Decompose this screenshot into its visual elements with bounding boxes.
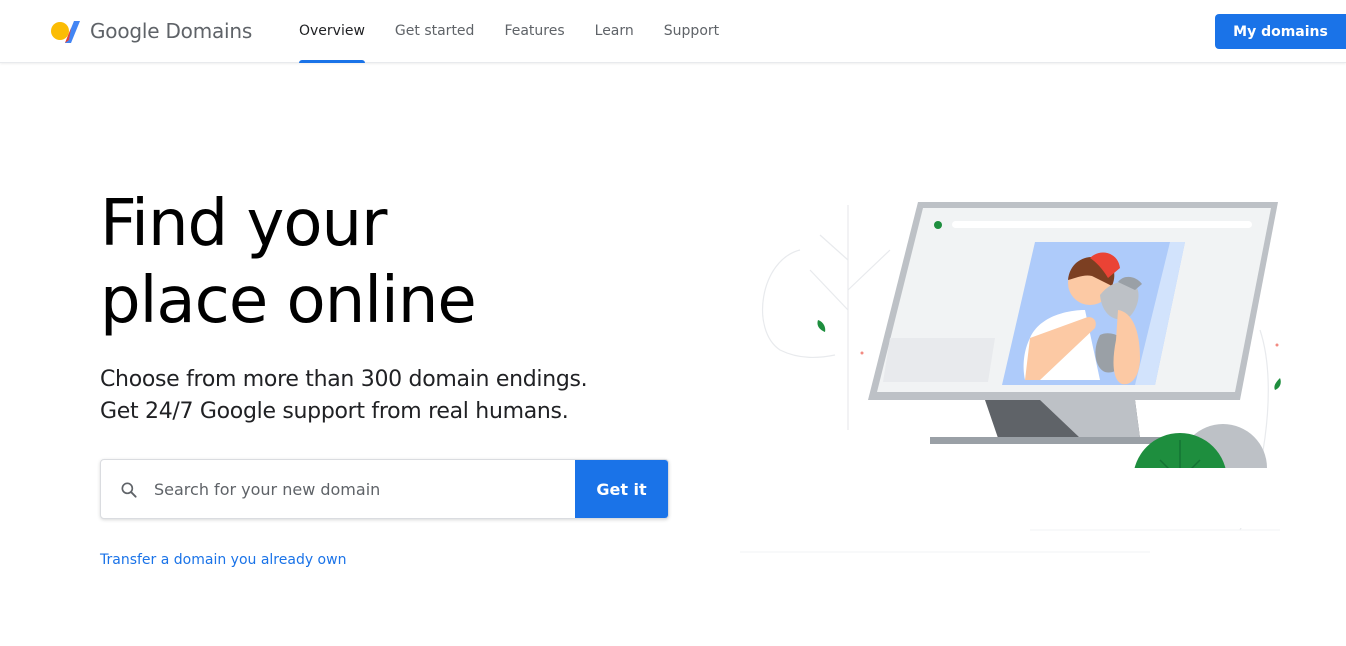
leaf-icon (1274, 378, 1281, 390)
hero-subtitle-line-2: Get 24/7 Google support from real humans… (100, 399, 569, 424)
hero-title: Find your place online (100, 186, 477, 340)
main-nav: Overview Get started Features Learn Supp… (299, 0, 749, 63)
hero-title-line-2: place online (100, 264, 477, 338)
search-icon (121, 482, 137, 498)
hero-subtitle-line-1: Choose from more than 300 domain endings… (100, 367, 588, 392)
brand-name[interactable]: Google Domains (90, 19, 252, 43)
hero-title-line-1: Find your (100, 187, 387, 261)
tab-support[interactable]: Support (664, 0, 719, 63)
tab-get-started[interactable]: Get started (395, 0, 475, 63)
domain-search-input[interactable] (154, 460, 574, 518)
top-navigation-bar: Google Domains Overview Get started Feat… (0, 0, 1346, 63)
hero-illustration (740, 202, 1300, 553)
tab-features[interactable]: Features (504, 0, 564, 63)
my-domains-button[interactable]: My domains (1215, 14, 1346, 49)
tab-overview[interactable]: Overview (299, 0, 365, 63)
tab-learn[interactable]: Learn (595, 0, 634, 63)
get-it-button[interactable]: Get it (575, 460, 668, 518)
monitor (868, 202, 1278, 400)
hero-subtitle: Choose from more than 300 domain endings… (100, 364, 588, 428)
transfer-domain-link[interactable]: Transfer a domain you already own (100, 552, 346, 568)
google-domains-logo-icon[interactable] (50, 16, 80, 46)
leaf-icon (817, 320, 826, 332)
domain-search-box: Get it (100, 459, 669, 519)
